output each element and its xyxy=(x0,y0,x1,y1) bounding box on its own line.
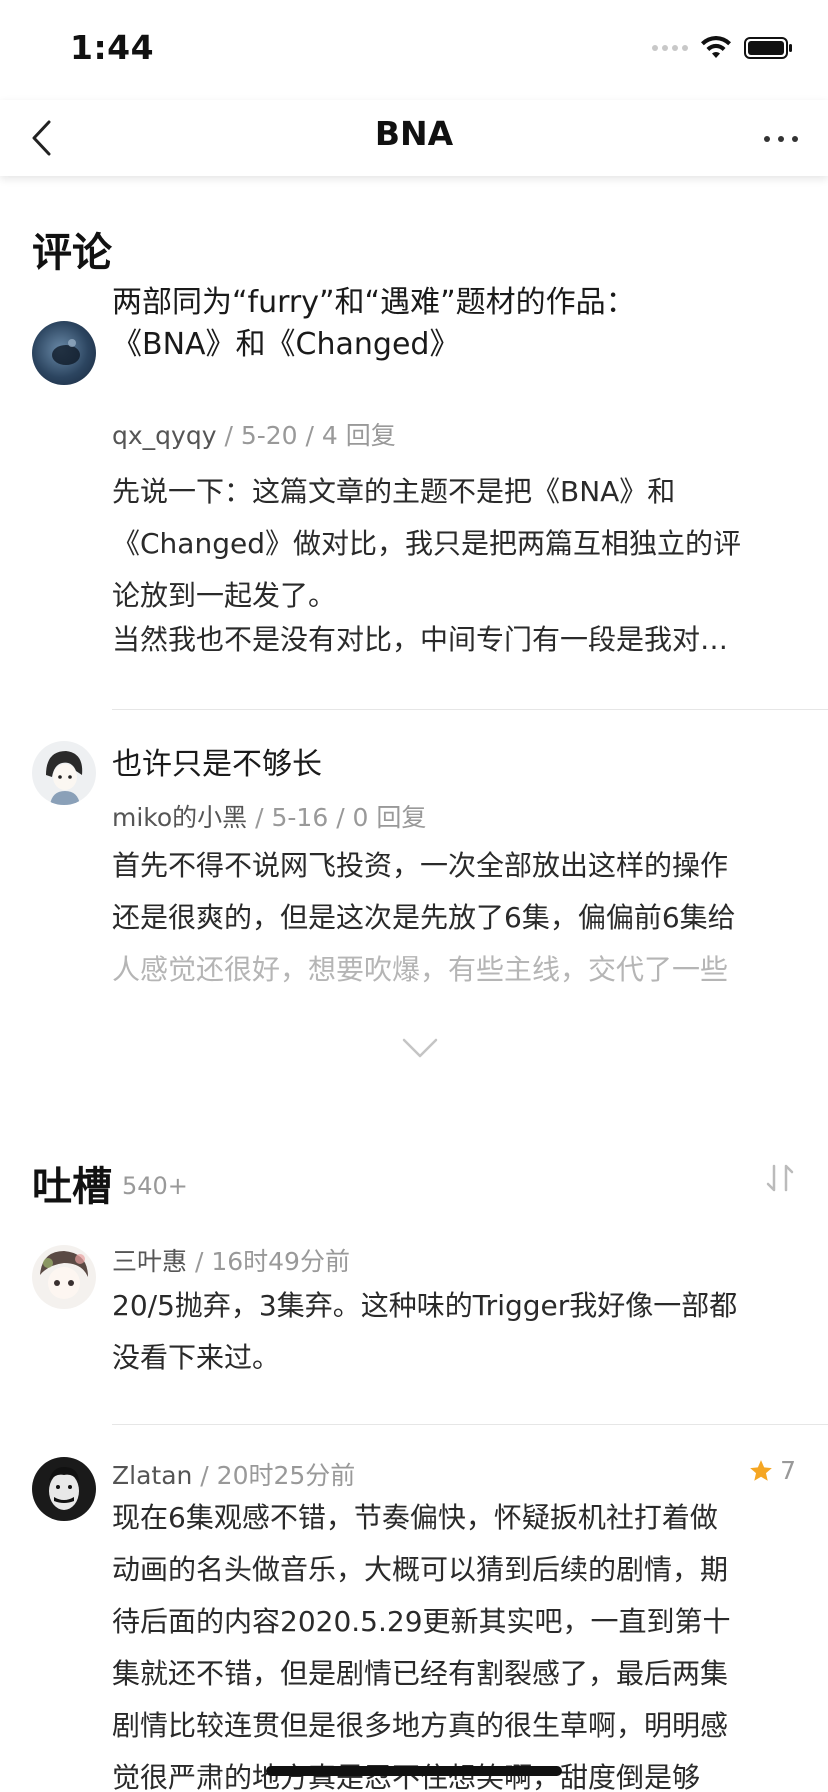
comment-meta: Zlatan / 20时25分前 xyxy=(112,1456,355,1492)
review-excerpt[interactable]: 先说一下：这篇文章的主题不是把《BNA》和 《Changed》做对比，我只是把两… xyxy=(112,466,802,666)
review-title-line: 两部同为“furry”和“遇难”题材的作品： xyxy=(112,285,636,320)
cellular-signal-icon xyxy=(652,45,688,51)
avatar-image xyxy=(46,751,83,805)
avatar-image xyxy=(52,339,80,365)
comment-line: 剧情比较连贯但是很多地方真的很生草啊，明明感 xyxy=(112,1709,729,1742)
review-title[interactable]: 也许只是不够长 xyxy=(112,744,802,786)
review-date-replies: / 5-16 / 0 回复 xyxy=(247,803,427,832)
comment-author[interactable]: 三叶惠 xyxy=(112,1247,187,1276)
status-indicators xyxy=(652,36,794,60)
comment-text: 现在6集观感不错，节奏偏快，怀疑扳机社打着做 动画的名头做音乐，大概可以猜到后续… xyxy=(112,1492,802,1792)
more-dot-icon xyxy=(778,136,784,142)
status-time: 1:44 xyxy=(70,28,155,67)
comment-line: 现在6集观感不错，节奏偏快，怀疑扳机社打着做 xyxy=(112,1501,718,1534)
more-dot-icon xyxy=(764,136,770,142)
comment-line: 集就还不错，但是剧情已经有割裂感了，最后两集 xyxy=(112,1657,729,1690)
navigation-bar: BNA xyxy=(0,100,828,176)
review-author[interactable]: miko的小黑 xyxy=(112,803,247,832)
status-bar: 1:44 xyxy=(0,0,828,100)
expand-reviews-button[interactable] xyxy=(400,1036,440,1066)
home-indicator[interactable] xyxy=(266,1766,562,1776)
review-excerpt[interactable]: 首先不得不说网飞投资，一次全部放出这样的操作 还是很爽的，但是这次是先放了6集，… xyxy=(112,840,802,996)
comments-section-title: 吐槽 xyxy=(32,1164,112,1210)
chevron-down-icon xyxy=(402,1038,438,1058)
sort-icon xyxy=(766,1164,794,1192)
avatar-image xyxy=(40,1251,88,1299)
rating-value: 7 xyxy=(780,1456,796,1485)
sort-button[interactable] xyxy=(762,1160,798,1196)
avatar-image xyxy=(49,1467,79,1510)
comment-rating: 7 xyxy=(748,1456,796,1485)
page-title: BNA xyxy=(374,114,454,153)
comment-text: 20/5抛弃，3集弃。这种味的Trigger我好像一部都 没看下来过。 xyxy=(112,1280,802,1384)
review-author[interactable]: qx_qyqy xyxy=(112,421,217,450)
comment-author[interactable]: Zlatan xyxy=(112,1461,192,1490)
comment-meta: 三叶惠 / 16时49分前 xyxy=(112,1242,350,1278)
comments-count: 540+ xyxy=(122,1172,188,1200)
review-title-line: 《BNA》和《Changed》 xyxy=(112,327,460,362)
comment-time: / 16时49分前 xyxy=(187,1247,350,1276)
excerpt-line: 当然我也不是没有对比，中间专门有一段是我对… xyxy=(112,623,729,656)
review-meta: miko的小黑 / 5-16 / 0 回复 xyxy=(112,798,426,834)
avatar[interactable] xyxy=(32,1457,96,1521)
comment-line: 动画的名头做音乐，大概可以猜到后续的剧情，期 xyxy=(112,1553,729,1586)
excerpt-line: 还是很爽的，但是这次是先放了6集，偏偏前6集给 xyxy=(112,901,736,934)
reviews-section-title: 评论 xyxy=(32,230,112,276)
comment-line: 待后面的内容2020.5.29更新其实吧，一直到第十 xyxy=(112,1605,731,1638)
star-icon xyxy=(750,1459,772,1481)
more-dot-icon xyxy=(792,136,798,142)
review-title[interactable]: 两部同为“furry”和“遇难”题材的作品： 《BNA》和《Changed》 xyxy=(112,282,802,366)
avatar[interactable] xyxy=(32,321,96,385)
wifi-icon xyxy=(701,36,731,58)
excerpt-line: 《Changed》做对比，我只是把两篇互相独立的评 xyxy=(112,527,741,560)
avatar[interactable] xyxy=(32,1245,96,1309)
more-options-button[interactable] xyxy=(738,114,798,164)
avatar[interactable] xyxy=(32,741,96,805)
review-meta: qx_qyqy / 5-20 / 4 回复 xyxy=(112,416,396,452)
battery-icon xyxy=(744,37,792,59)
excerpt-line: 先说一下：这篇文章的主题不是把《BNA》和 xyxy=(112,475,676,508)
review-date-replies: / 5-20 / 4 回复 xyxy=(216,421,396,450)
divider xyxy=(112,709,828,710)
comment-time: / 20时25分前 xyxy=(192,1461,356,1490)
comment-line: 没看下来过。 xyxy=(112,1341,281,1374)
divider xyxy=(112,1424,828,1425)
excerpt-line: 首先不得不说网飞投资，一次全部放出这样的操作 xyxy=(112,849,729,882)
excerpt-line: 人感觉还很好，想要吹爆，有些主线，交代了一些 xyxy=(112,953,729,986)
comment-line: 20/5抛弃，3集弃。这种味的Trigger我好像一部都 xyxy=(112,1289,738,1322)
